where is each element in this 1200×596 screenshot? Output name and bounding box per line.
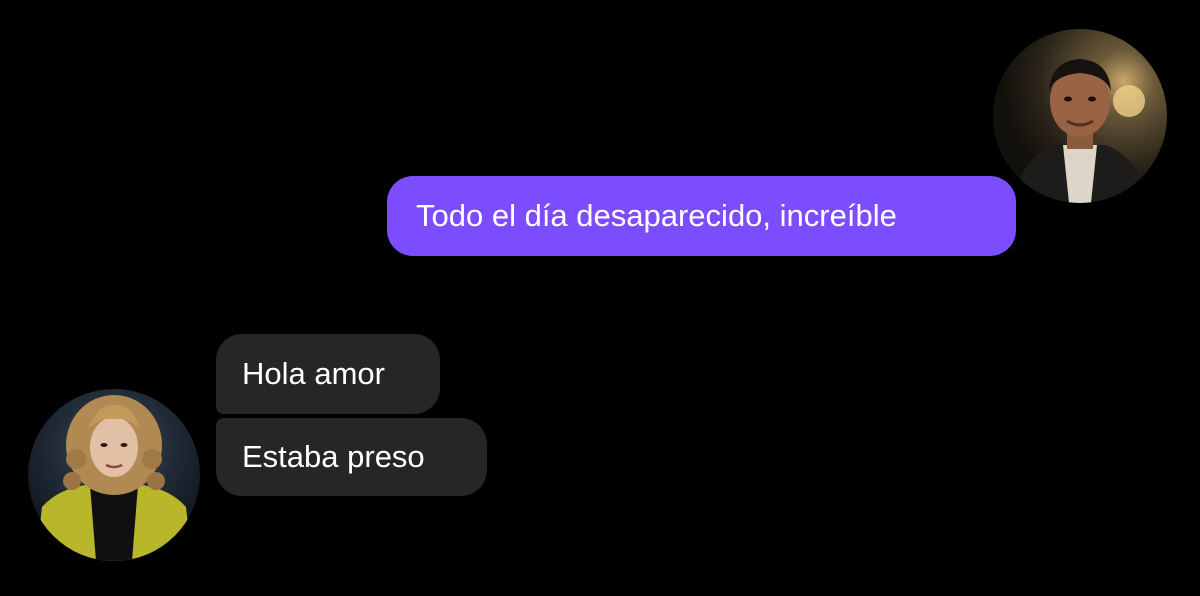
avatar-photo-icon — [993, 29, 1167, 203]
avatar-left[interactable] — [28, 389, 200, 561]
avatar-right[interactable] — [993, 29, 1167, 203]
message-bubble-sent[interactable]: Todo el día desaparecido, increíble — [387, 176, 1016, 256]
message-bubble-received[interactable]: Estaba preso — [216, 418, 487, 496]
chat-thread: Todo el día desaparecido, increíble Hola… — [0, 0, 1200, 596]
avatar-photo-icon — [28, 389, 200, 561]
message-bubble-received[interactable]: Hola amor — [216, 334, 440, 414]
